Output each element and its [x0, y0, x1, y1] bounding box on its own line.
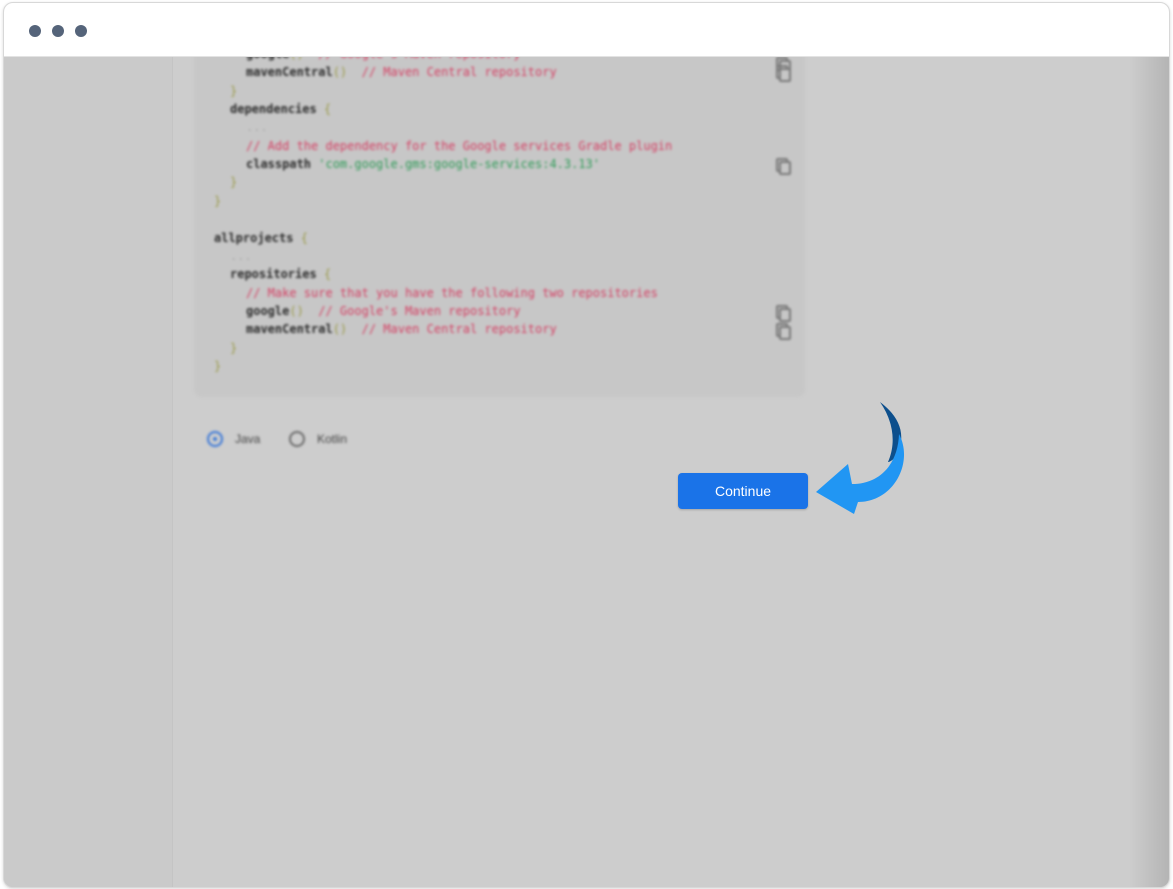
code-token: // Google's Maven repository	[304, 57, 520, 61]
code-token: }	[230, 83, 238, 98]
code-token: ()	[289, 57, 303, 61]
code-line: mavenCentral() // Maven Central reposito…	[246, 65, 557, 79]
copy-icon[interactable]	[776, 305, 791, 322]
code-token: }	[214, 358, 222, 373]
code-token: // Make sure that you have the following…	[246, 285, 658, 300]
code-line: dependencies {	[230, 102, 331, 116]
window-dot-icon	[75, 25, 87, 37]
code-token: {	[323, 102, 332, 117]
window-dot-icon	[52, 25, 64, 37]
code-token: allprojects	[214, 230, 301, 245]
code-line: repositories {	[230, 267, 331, 281]
code-token: mavenCentral	[246, 65, 333, 80]
code-token: // Add the dependency for the Google ser…	[246, 138, 673, 153]
left-sidebar	[4, 57, 173, 887]
code-token: mavenCentral	[246, 322, 333, 337]
code-token: {	[323, 267, 332, 282]
copy-icon[interactable]	[776, 158, 791, 175]
code-line: }	[214, 194, 221, 208]
code-line: // Add the dependency for the Google ser…	[246, 139, 672, 153]
code-line: allprojects {	[214, 231, 308, 245]
code-token: }	[214, 193, 222, 208]
code-line: classpath 'com.google.gms:google-service…	[246, 157, 600, 171]
code-token: // Google's Maven repository	[303, 303, 521, 318]
right-edge-shadow	[1129, 57, 1169, 887]
window-dot-icon	[29, 25, 41, 37]
java-radio-label: Java	[235, 432, 261, 446]
code-line: ...	[230, 249, 252, 263]
code-token: google	[246, 57, 289, 61]
window-titlebar	[4, 3, 1169, 57]
copy-icon[interactable]	[776, 323, 791, 340]
code-token: {	[300, 230, 308, 245]
kotlin-radio-label: Kotlin	[317, 432, 348, 446]
code-token: ...	[230, 248, 252, 263]
code-token: // Maven Central repository	[347, 65, 557, 80]
code-line: }	[230, 84, 237, 98]
code-token: google	[246, 303, 290, 318]
code-token: ...	[246, 120, 268, 135]
code-line: mavenCentral() // Maven Central reposito…	[246, 322, 557, 336]
code-line: ...	[246, 120, 268, 134]
continue-button[interactable]: Continue	[678, 473, 808, 509]
code-line: // Make sure that you have the following…	[246, 286, 658, 300]
code-line: google() // Google's Maven repository	[246, 57, 521, 61]
code-line: }	[230, 341, 237, 355]
code-token: ()	[289, 303, 304, 318]
copy-icon[interactable]	[776, 65, 791, 82]
code-line: }	[214, 359, 221, 373]
code-block: google() // Google's Maven repositorymav…	[194, 57, 805, 397]
page-content: google() // Google's Maven repositorymav…	[4, 57, 1169, 887]
code-token: // Maven Central repository	[347, 322, 557, 337]
code-line: }	[230, 175, 237, 189]
code-token: dependencies	[230, 102, 324, 117]
kotlin-radio[interactable]	[289, 431, 305, 447]
code-token: ()	[332, 322, 348, 337]
code-line: google() // Google's Maven repository	[246, 304, 521, 318]
java-radio[interactable]	[207, 431, 223, 447]
code-token: classpath	[246, 157, 319, 172]
pointer-arrow-icon	[816, 402, 905, 514]
code-token: repositories	[230, 267, 324, 282]
code-token: 'com.google.gms:google-services:4.3.13'	[318, 157, 601, 172]
code-token: ()	[332, 65, 348, 80]
code-token: }	[230, 175, 238, 190]
code-token: }	[230, 340, 238, 355]
browser-window: google() // Google's Maven repositorymav…	[3, 2, 1170, 888]
